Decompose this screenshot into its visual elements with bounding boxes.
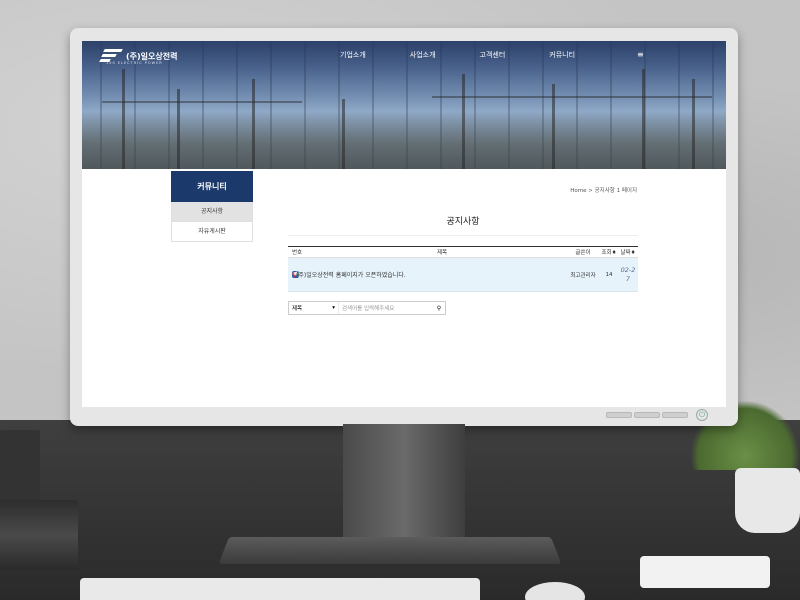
search-field-select[interactable]: 제목 ▾ [289,302,339,314]
phone [640,556,770,588]
header-date[interactable]: 날짜♦ [618,248,638,256]
logo-text: (주)일오상전력 [126,51,178,61]
search-bar: 제목 ▾ 검색어를 입력해주세요 ⚲ [288,301,446,315]
hero-banner: (주)일오상전력 150 ELECTRIC POWER 기업소개 사업소개 고객… [82,41,726,169]
breadcrumb: Home > 공지사항 1 페이지 [570,188,637,194]
row-hits: 14 [605,271,613,278]
board-table: 번호 제목 글쓴이 조회♦ 날짜♦ 📢 (주)일오상전력 홈페이지가 오픈하였습… [288,246,638,292]
nav-item-business[interactable]: 사업소개 [410,50,436,60]
book-stack [0,500,78,570]
sidebar-item-free-board[interactable]: 자유게시판 [171,222,253,242]
monitor-button [634,412,660,418]
logo-subtitle: 150 ELECTRIC POWER [106,61,163,65]
nav-item-company[interactable]: 기업소개 [340,50,366,60]
row-author: 최고관리자 [570,272,596,279]
monitor: (주)일오상전력 150 ELECTRIC POWER 기업소개 사업소개 고객… [70,28,738,426]
monitor-button [662,412,688,418]
header-author: 글쓴이 [575,250,591,256]
search-input[interactable]: 검색어를 입력해주세요 [339,304,433,312]
row-date: 02-2 7 [620,265,636,283]
power-icon: ⏻ [696,409,708,421]
main-nav: 기업소개 사업소개 고객센터 커뮤니티 [340,50,575,60]
plant-pot [735,468,800,533]
monitor-button [606,412,632,418]
nav-item-community[interactable]: 커뮤니티 [549,50,575,60]
search-icon[interactable]: ⚲ [433,305,445,312]
keyboard [80,578,480,600]
header-subject: 제목 [436,250,448,256]
table-row[interactable]: 📢 (주)일오상전력 홈페이지가 오픈하였습니다. 최고관리자 14 02-2 7 [288,258,638,292]
screen: (주)일오상전력 150 ELECTRIC POWER 기업소개 사업소개 고객… [82,41,726,407]
nav-item-support[interactable]: 고객센터 [480,50,506,60]
monitor-stand [343,424,465,544]
chevron-down-icon: ▾ [332,305,335,311]
table-header: 번호 제목 글쓴이 조회♦ 날짜♦ [288,246,638,258]
sidebar-item-notice[interactable]: 공지사항 [171,202,253,222]
divider [288,235,638,236]
hamburger-menu-icon[interactable]: ≡ [637,50,644,59]
pen-cup [0,430,40,500]
sidebar: 커뮤니티 공지사항 자유게시판 [171,171,253,242]
page-title: 공지사항 [446,217,480,227]
header-hits[interactable]: 조회♦ [600,248,618,256]
row-subject[interactable]: (주)일오상전력 홈페이지가 오픈하였습니다. [296,270,566,279]
sidebar-title: 커뮤니티 [171,171,253,202]
monitor-stand-base [218,536,562,565]
header-num: 번호 [292,250,303,256]
